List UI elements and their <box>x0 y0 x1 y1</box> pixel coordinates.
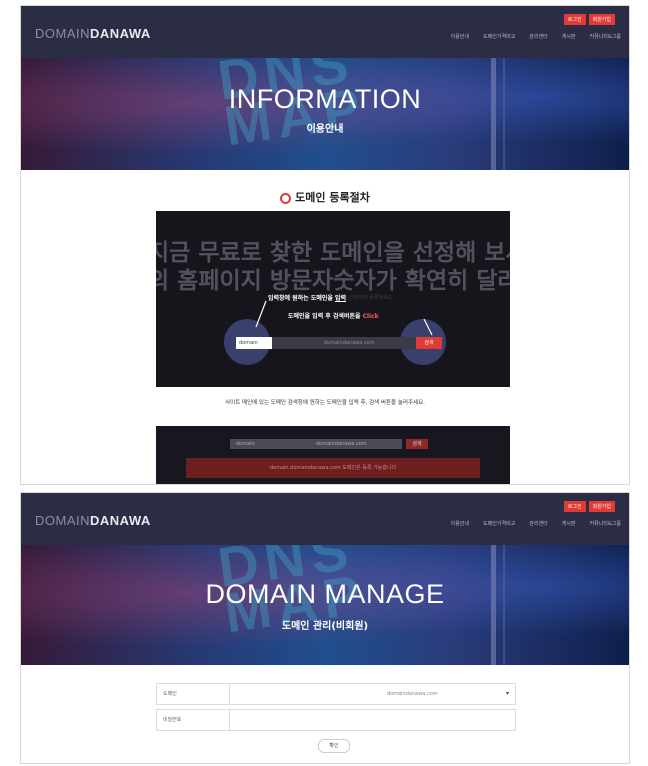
main-nav: 이용안내 도메인가격비교 관리센터 게시판 커뮤니티&그룹 <box>451 33 621 40</box>
demo2-input-text: domain <box>236 441 255 447</box>
nav-item-board[interactable]: 게시판 <box>562 520 576 527</box>
section-title: 도메인 등록절차 <box>21 189 629 205</box>
nav-item-manage[interactable]: 관리센터 <box>529 33 547 40</box>
demo-search-input: domain <box>236 337 272 349</box>
auth-buttons: 로그인 회원가입 <box>563 14 615 25</box>
tutorial-screenshot: 지금 무료로 찾한 도메인을 선정해 보세요! 의 홈페이지 방문자숫자가 확연… <box>156 211 510 387</box>
chevron-down-icon[interactable]: ▾ <box>506 684 509 704</box>
nav-item-manage[interactable]: 관리센터 <box>529 520 547 527</box>
hero-banner: DNS MAP DOMAIN MANAGE 도메인 관리(비회원) <box>21 545 629 665</box>
hero-subtitle: 도메인 관리(비회원) <box>281 621 369 632</box>
hero-banner: DNS MAP INFORMATION 이용안내 <box>21 58 629 170</box>
join-button[interactable]: 회원가입 <box>588 501 615 512</box>
password-row: 비밀번호 <box>156 709 516 731</box>
domain-manage-form: 도메인 domaindanawa.com ▾ 비밀번호 확인 <box>156 683 516 753</box>
nav-item-price-compare[interactable]: 도메인가격비교 <box>483 33 515 40</box>
demo2-domain-text: domaindanawa.com <box>316 441 367 447</box>
section-title-text: 도메인 등록절차 <box>295 191 370 204</box>
annotation-arrows <box>255 300 433 336</box>
demo2-search-button: 검색 <box>406 439 428 449</box>
arrow-to-button <box>423 318 433 336</box>
row-divider <box>229 684 230 704</box>
login-button[interactable]: 로그인 <box>563 501 586 512</box>
logo-text-domain: DOMAIN <box>35 26 90 41</box>
hero-title: INFORMATION <box>228 84 422 114</box>
nav-item-community[interactable]: 커뮤니티&그룹 <box>590 520 622 527</box>
site-logo[interactable]: DOMAINDANAWA <box>35 26 151 41</box>
top-navbar: DOMAINDANAWA 로그인 회원가입 이용안내 도메인가격비교 관리센터 … <box>21 6 629 58</box>
bullet-ring-icon <box>280 192 292 204</box>
demo-search-domain: domaindanawa.com <box>324 340 375 346</box>
auth-buttons: 로그인 회원가입 <box>563 501 615 512</box>
screenshot-domain-manage: DOMAINDANAWA 로그인 회원가입 이용안내 도메인가격비교 관리센터 … <box>20 492 630 764</box>
arrow-to-input <box>255 300 267 328</box>
nav-item-guide[interactable]: 이용안내 <box>451 33 469 40</box>
nav-item-community[interactable]: 커뮤니티&그룹 <box>590 33 622 40</box>
logo-text-danawa: DANAWA <box>90 513 151 528</box>
nav-item-board[interactable]: 게시판 <box>562 33 576 40</box>
hero-subtitle: 이용안내 <box>306 124 344 135</box>
join-button[interactable]: 회원가입 <box>588 14 615 25</box>
domain-select-row[interactable]: 도메인 domaindanawa.com ▾ <box>156 683 516 705</box>
domain-label: 도메인 <box>163 691 177 697</box>
logo-text-danawa: DANAWA <box>90 26 151 41</box>
submit-button[interactable]: 확인 <box>318 739 350 753</box>
top-navbar: DOMAINDANAWA 로그인 회원가입 이용안내 도메인가격비교 관리센터 … <box>21 493 629 545</box>
domain-select-value[interactable]: domaindanawa.com <box>387 684 438 704</box>
tutorial-caption: 사이트 메인에 있는 도메인 검색창에 원하는 도메인을 입력 후, 검색 버튼… <box>225 400 425 406</box>
main-nav: 이용안내 도메인가격비교 관리센터 게시판 커뮤니티&그룹 <box>451 520 621 527</box>
hero-title: DOMAIN MANAGE <box>205 579 445 609</box>
logo-text-domain: DOMAIN <box>35 513 90 528</box>
screenshot-information: DOMAINDANAWA 로그인 회원가입 이용안내 도메인가격비교 관리센터 … <box>20 5 630 485</box>
demo2-result-banner: domain.domaindanawa.com 도메인은 등록 가능합니다 <box>186 458 480 478</box>
nav-item-guide[interactable]: 이용안내 <box>451 520 469 527</box>
demo-search-button: 검색 <box>416 337 442 349</box>
password-label: 비밀번호 <box>163 717 182 723</box>
site-logo[interactable]: DOMAINDANAWA <box>35 513 151 528</box>
tutorial-screenshot-2: domain domaindanawa.com 검색 domain.domain… <box>156 426 510 484</box>
password-input[interactable] <box>230 710 515 730</box>
nav-item-price-compare[interactable]: 도메인가격비교 <box>483 520 515 527</box>
login-button[interactable]: 로그인 <box>563 14 586 25</box>
